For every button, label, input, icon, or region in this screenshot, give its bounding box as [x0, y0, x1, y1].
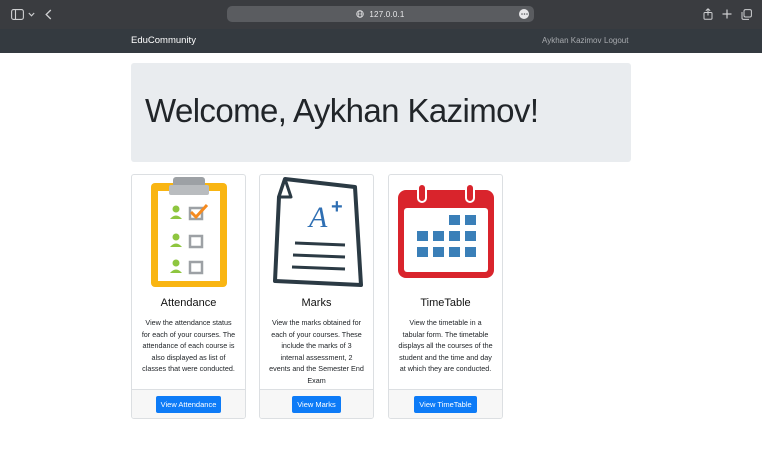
sidebar-toggle-icon[interactable] — [10, 6, 24, 22]
address-bar[interactable]: 127.0.0.1 — [227, 6, 534, 22]
marks-card: A + Marks View the marks obtained for ea… — [259, 174, 374, 419]
attendance-card-footer: View Attendance — [132, 389, 245, 418]
timetable-card-title: TimeTable — [420, 297, 471, 309]
svg-text:A: A — [307, 201, 328, 234]
timetable-card: TimeTable View the timetable in a tabula… — [388, 174, 503, 419]
url-text: 127.0.0.1 — [369, 9, 405, 19]
nav-user-name[interactable]: Aykhan Kazimov — [542, 36, 601, 45]
share-icon[interactable] — [702, 6, 714, 22]
new-tab-icon[interactable] — [721, 6, 733, 22]
attendance-clipboard-icon — [132, 175, 245, 289]
a-plus-document-icon: A + — [260, 175, 373, 289]
timetable-card-text: View the timetable in a tabular form. Th… — [398, 318, 493, 373]
timetable-card-footer: View TimeTable — [389, 389, 502, 418]
back-arrow-icon[interactable] — [43, 6, 53, 22]
attendance-card: Attendance View the attendance status fo… — [131, 174, 246, 419]
tab-overview-icon[interactable] — [740, 6, 752, 22]
attendance-card-text: View the attendance status for each of y… — [141, 318, 236, 373]
view-timetable-button[interactable]: View TimeTable — [414, 396, 477, 413]
marks-card-text: View the marks obtained for each of your… — [269, 318, 364, 385]
marks-card-footer: View Marks — [260, 389, 373, 418]
attendance-card-title: Attendance — [160, 297, 217, 309]
view-attendance-button[interactable]: View Attendance — [155, 396, 222, 413]
chevron-down-icon[interactable] — [27, 6, 35, 22]
browser-toolbar: 127.0.0.1 — [0, 0, 762, 29]
nav-logout-link[interactable]: Logout — [604, 36, 628, 45]
navbar-brand[interactable]: EduCommunity — [131, 35, 196, 46]
navbar: EduCommunity Aykhan Kazimov Logout — [0, 29, 762, 53]
view-marks-button[interactable]: View Marks — [292, 396, 341, 413]
welcome-heading: Welcome, Aykhan Kazimov! — [145, 92, 539, 129]
svg-text:+: + — [331, 196, 343, 218]
marks-card-title: Marks — [301, 297, 332, 309]
site-settings-icon[interactable] — [356, 5, 365, 23]
calendar-icon — [389, 175, 502, 289]
more-options-icon[interactable] — [519, 9, 529, 19]
welcome-jumbotron: Welcome, Aykhan Kazimov! — [131, 63, 631, 162]
